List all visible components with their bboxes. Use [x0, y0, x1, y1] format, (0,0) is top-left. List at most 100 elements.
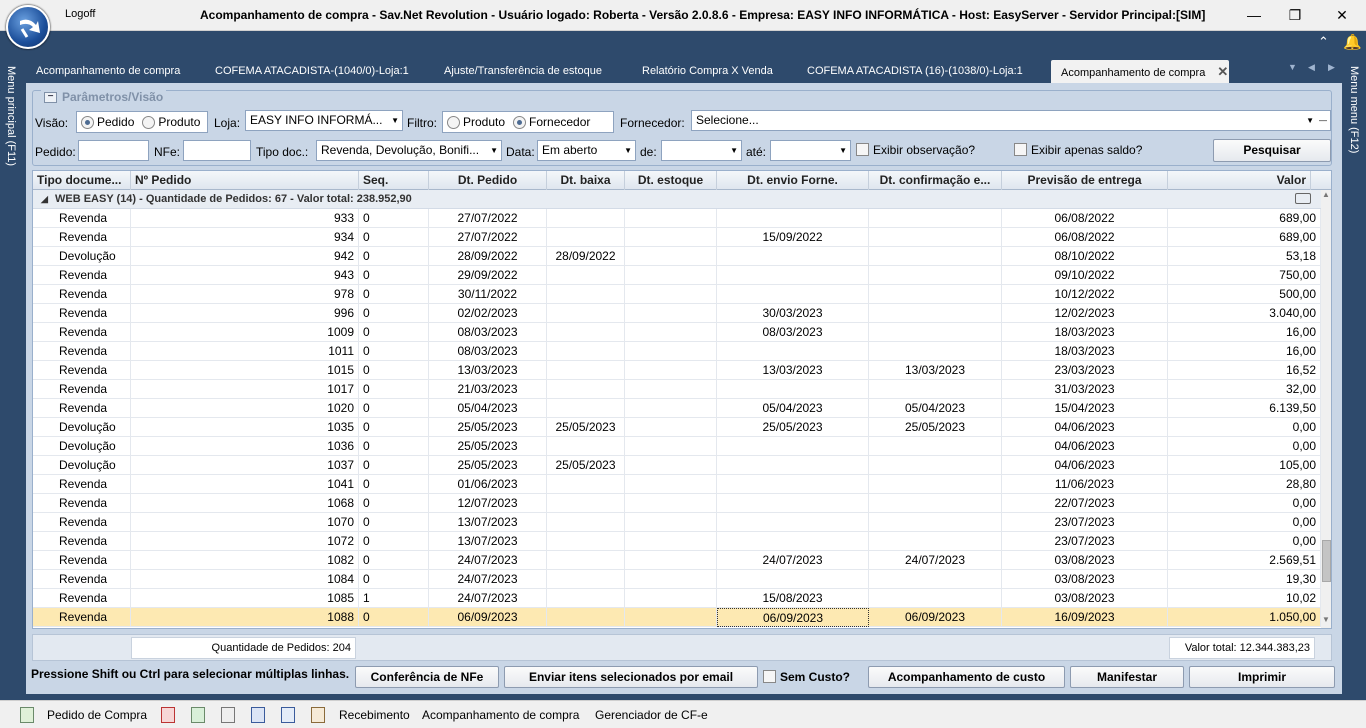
table-row[interactable]: Devolução 1037 0 25/05/2023 25/05/2023 04/06/…: [33, 456, 1321, 475]
tab-acompanhamento-1[interactable]: Acompanhamento de compra: [26, 60, 190, 83]
table-row[interactable]: Revenda 1011 0 08/03/2023 18/03/2023 16,00: [33, 342, 1321, 361]
filtro-fornecedor-radio[interactable]: Fornecedor: [513, 115, 590, 129]
status-acompanhamento[interactable]: Acompanhamento de compra: [422, 708, 579, 722]
close-icon[interactable]: ✕: [1331, 5, 1353, 25]
radio-icon[interactable]: [81, 115, 94, 129]
table-row[interactable]: Revenda 1020 0 05/04/2023 05/04/2023 05/04/20…: [33, 399, 1321, 418]
table-row[interactable]: Revenda 1085 1 24/07/2023 15/08/2023 03/08/20…: [33, 589, 1321, 608]
document-icon[interactable]: [221, 707, 235, 723]
radio-icon[interactable]: [447, 115, 460, 129]
data-select[interactable]: Em aberto ▼: [537, 140, 636, 161]
column-header[interactable]: Dt. Pedido: [429, 171, 547, 190]
de-date-input[interactable]: ▼: [661, 140, 742, 161]
word-doc-icon[interactable]: [251, 707, 265, 723]
status-pedido-compra[interactable]: Pedido de Compra: [47, 708, 147, 722]
tab-acompanhamento-active[interactable]: Acompanhamento de compra ✕: [1051, 60, 1229, 83]
column-header[interactable]: Tipo docume...: [33, 171, 131, 190]
column-header[interactable]: Dt. confirmação e...: [869, 171, 1002, 190]
menu-principal-label[interactable]: Menu principal (F11): [5, 66, 17, 166]
table-row[interactable]: Revenda 978 0 30/11/2022 10/12/2022 500,00: [33, 285, 1321, 304]
pedido-input[interactable]: [78, 140, 149, 161]
users-icon[interactable]: [311, 707, 325, 723]
column-header[interactable]: Dt. envio Forne.: [717, 171, 869, 190]
imprimir-button[interactable]: Imprimir: [1189, 666, 1335, 688]
collapse-up-icon[interactable]: ⌃: [1318, 34, 1329, 50]
sem-custo-checkbox[interactable]: [763, 670, 776, 683]
logoff-link[interactable]: Logoff: [65, 8, 95, 20]
add-doc-icon[interactable]: [281, 707, 295, 723]
notification-bell-icon[interactable]: 🔔: [1343, 33, 1362, 51]
table-row[interactable]: Revenda 1009 0 08/03/2023 08/03/2023 18/03/20…: [33, 323, 1321, 342]
scroll-thumb[interactable]: [1322, 540, 1331, 582]
restore-icon[interactable]: ❐: [1284, 5, 1306, 25]
group-row[interactable]: ◢ WEB EASY (14) - Quantidade de Pedidos:…: [33, 190, 1321, 209]
pedido-compra-icon[interactable]: [20, 707, 34, 723]
table-row[interactable]: Devolução 1035 0 25/05/2023 25/05/2023 25/05/…: [33, 418, 1321, 437]
chevron-down-icon[interactable]: ▼: [839, 141, 847, 160]
loja-select[interactable]: EASY INFO INFORMÁ... ▼: [245, 110, 403, 131]
right-menu-strip[interactable]: Menu menu (F12): [1344, 56, 1366, 700]
table-row[interactable]: Revenda 1082 0 24/07/2023 24/07/2023 24/07/20…: [33, 551, 1321, 570]
fornecedor-select[interactable]: Selecione... ▼ —: [691, 110, 1331, 131]
table-row[interactable]: Revenda 933 0 27/07/2022 06/08/2022 689,00: [33, 209, 1321, 228]
visao-produto-radio[interactable]: Produto: [142, 115, 200, 129]
tipodoc-select[interactable]: Revenda, Devolução, Bonifi... ▼: [316, 140, 502, 161]
app-logo[interactable]: [6, 5, 50, 49]
manifestar-button[interactable]: Manifestar: [1070, 666, 1184, 688]
column-header[interactable]: Dt. baixa: [547, 171, 625, 190]
table-row[interactable]: Revenda 1017 0 21/03/2023 31/03/2023 32,00: [33, 380, 1321, 399]
table-row[interactable]: Devolução 1036 0 25/05/2023 04/06/2023 0,00: [33, 437, 1321, 456]
collapse-minus-icon[interactable]: −: [44, 91, 57, 103]
enviar-email-button[interactable]: Enviar itens selecionados por email: [504, 666, 758, 688]
table-row[interactable]: Revenda 996 0 02/02/2023 30/03/2023 12/02/202…: [33, 304, 1321, 323]
table-row[interactable]: Revenda 1088 0 06/09/2023 06/09/2023 06/09/20…: [33, 608, 1321, 627]
tab-cofema-1038[interactable]: COFEMA ATACADISTA (16)-(1038/0)-Loja:1: [797, 60, 1033, 83]
vertical-scrollbar[interactable]: ▲ ▼: [1321, 190, 1331, 628]
chevron-down-icon[interactable]: ▼: [1306, 111, 1314, 130]
column-header[interactable]: Seq.: [359, 171, 429, 190]
chevron-down-icon[interactable]: ▼: [391, 111, 399, 130]
tab-relatorio-compra-venda[interactable]: Relatório Compra X Venda: [632, 60, 783, 83]
exibir-observacao-checkbox[interactable]: [856, 143, 869, 156]
tab-close-icon[interactable]: ✕: [1217, 64, 1228, 79]
column-header[interactable]: Nº Pedido: [131, 171, 359, 190]
chevron-down-icon[interactable]: ▼: [730, 141, 738, 160]
table-row[interactable]: Revenda 1068 0 12/07/2023 22/07/2023 0,00: [33, 494, 1321, 513]
column-header[interactable]: Valor: [1168, 171, 1311, 190]
collapse-triangle-icon[interactable]: ◢: [41, 190, 48, 209]
scroll-up-icon[interactable]: ▲: [1322, 190, 1330, 199]
tab-scroll-right-icon[interactable]: ▶: [1328, 62, 1335, 73]
tab-list-icon[interactable]: ▼: [1288, 62, 1297, 72]
status-gerenciador-cfe[interactable]: Gerenciador de CF-e: [595, 708, 708, 722]
table-row[interactable]: Revenda 1015 0 13/03/2023 13/03/2023 13/03/20…: [33, 361, 1321, 380]
parameters-header[interactable]: − Parâmetros/Visão: [41, 90, 167, 104]
ate-date-input[interactable]: ▼: [770, 140, 851, 161]
chevron-down-icon[interactable]: ▼: [490, 141, 498, 160]
radio-icon[interactable]: [142, 115, 156, 129]
table-row[interactable]: Revenda 943 0 29/09/2022 09/10/2022 750,00: [33, 266, 1321, 285]
filtro-produto-radio[interactable]: Produto: [447, 115, 505, 129]
left-menu-strip[interactable]: Menu principal (F11): [0, 56, 24, 700]
group-panel-icon[interactable]: [1295, 193, 1311, 204]
tab-ajuste-transferencia[interactable]: Ajuste/Transferência de estoque: [434, 60, 612, 83]
radio-icon[interactable]: [513, 115, 527, 129]
minimize-icon[interactable]: —: [1243, 5, 1265, 25]
status-recebimento[interactable]: Recebimento: [339, 708, 410, 722]
visao-pedido-radio[interactable]: Pedido: [81, 115, 134, 129]
table-row[interactable]: Revenda 1041 0 01/06/2023 11/06/2023 28,80: [33, 475, 1321, 494]
column-header[interactable]: Previsão de entrega: [1002, 171, 1168, 190]
table-row[interactable]: Devolução 942 0 28/09/2022 28/09/2022 08/10/2…: [33, 247, 1321, 266]
clear-minus-icon[interactable]: —: [1319, 111, 1327, 130]
tab-scroll-left-icon[interactable]: ◀: [1308, 62, 1315, 73]
report-red-icon[interactable]: [161, 707, 175, 723]
acompanhamento-custo-button[interactable]: Acompanhamento de custo: [868, 666, 1065, 688]
tab-cofema-1040[interactable]: COFEMA ATACADISTA-(1040/0)-Loja:1: [205, 60, 419, 83]
table-row[interactable]: Revenda 934 0 27/07/2022 15/09/2022 06/08/202…: [33, 228, 1321, 247]
exibir-saldo-checkbox[interactable]: [1014, 143, 1027, 156]
chevron-down-icon[interactable]: ▼: [624, 141, 632, 160]
menu-menu-label[interactable]: Menu menu (F12): [1348, 66, 1360, 153]
table-row[interactable]: Revenda 1084 0 24/07/2023 03/08/2023 19,30: [33, 570, 1321, 589]
scroll-down-icon[interactable]: ▼: [1322, 615, 1330, 624]
pesquisar-button[interactable]: Pesquisar: [1213, 139, 1331, 162]
nfe-input[interactable]: [183, 140, 251, 161]
